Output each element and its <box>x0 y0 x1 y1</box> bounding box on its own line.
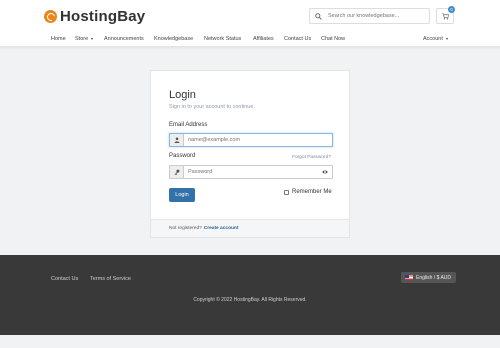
remember-me-checkbox[interactable]: Remember Me <box>284 189 332 195</box>
chevron-down-icon <box>445 37 448 40</box>
nav-shadow <box>0 47 500 50</box>
nav-affiliates[interactable]: Affiliates <box>253 36 274 42</box>
email-field[interactable] <box>184 134 332 146</box>
nav-contact-us[interactable]: Contact Us <box>284 36 311 42</box>
site-header: HostingBay 0 <box>0 0 500 32</box>
copyright-text: Copyright © 2022 HostingBay. All Rights … <box>193 297 307 303</box>
nav-home[interactable]: Home <box>51 36 66 42</box>
cart-count-badge: 0 <box>448 6 455 13</box>
nav-store-label: Store <box>75 36 89 42</box>
card-footer: Not registered? Create account <box>151 219 349 237</box>
site-footer: Contact Us Terms of Service English / $ … <box>0 255 500 335</box>
checkbox-icon[interactable] <box>284 189 289 195</box>
search-icon <box>315 12 322 20</box>
cart-button[interactable]: 0 <box>436 6 455 24</box>
nav-account[interactable]: Account <box>423 36 448 42</box>
password-label: Password <box>169 153 196 159</box>
not-registered-text: Not registered? <box>169 226 202 231</box>
nav-knowledgebase[interactable]: Knowledgebase <box>154 36 193 42</box>
page-bottom <box>0 335 500 348</box>
forgot-password-link[interactable]: Forgot Password? <box>292 155 331 160</box>
logo[interactable]: HostingBay <box>44 8 145 25</box>
logo-icon <box>44 10 57 23</box>
language-label: English / $ AUD <box>416 274 452 281</box>
password-field-group[interactable] <box>169 165 333 179</box>
create-account-link[interactable]: Create account <box>204 226 239 231</box>
chevron-down-icon <box>91 37 94 40</box>
main-nav: Home Store Announcements Knowledgebase N… <box>0 32 500 47</box>
footer-terms-link[interactable]: Terms of Service <box>90 276 131 282</box>
login-title: Login <box>169 89 196 101</box>
key-icon <box>170 166 184 178</box>
remember-me-label: Remember Me <box>292 189 332 195</box>
email-label: Email Address <box>169 122 208 128</box>
cart-icon <box>441 12 449 19</box>
login-subtitle: Sign in to your account to continue. <box>169 104 255 110</box>
footer-contact-link[interactable]: Contact Us <box>51 276 78 282</box>
search-box[interactable] <box>309 8 430 24</box>
us-flag-icon <box>405 275 413 280</box>
nav-chat-now[interactable]: Chat Now <box>321 36 345 42</box>
email-field-group[interactable] <box>169 133 333 147</box>
login-button[interactable]: Login <box>169 188 195 202</box>
nav-network-status[interactable]: Network Status <box>204 36 241 42</box>
language-currency-button[interactable]: English / $ AUD <box>401 272 456 283</box>
nav-account-label: Account <box>423 36 443 42</box>
nav-store[interactable]: Store <box>75 36 94 42</box>
login-card: Login Sign in to your account to continu… <box>150 70 350 238</box>
search-input[interactable] <box>328 13 428 19</box>
eye-icon[interactable] <box>318 166 332 178</box>
user-icon <box>170 134 184 146</box>
nav-announcements[interactable]: Announcements <box>104 36 144 42</box>
brand-name: HostingBay <box>60 8 146 25</box>
password-field[interactable] <box>184 166 318 178</box>
